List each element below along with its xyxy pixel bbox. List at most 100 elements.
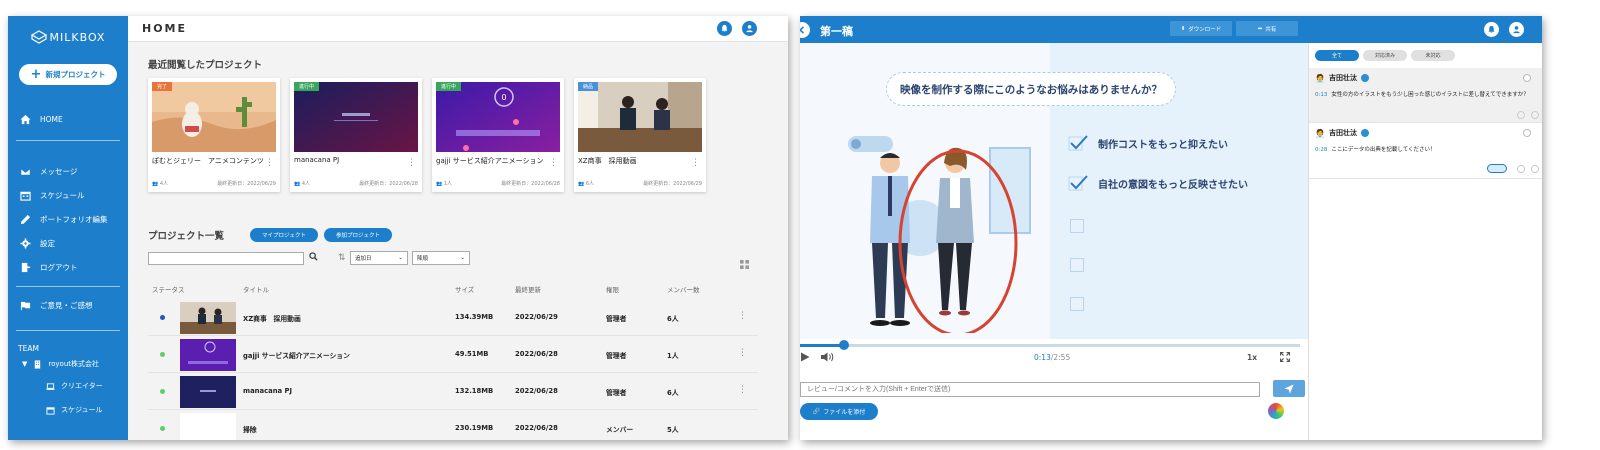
laptop-icon	[46, 382, 55, 390]
card-title: ぽむとジェリー アニメコンテンツ	[152, 157, 264, 165]
fullscreen-button[interactable]	[1279, 351, 1291, 364]
more-icon[interactable]: ⋮	[738, 385, 747, 395]
more-icon[interactable]: ⋮	[738, 311, 747, 321]
search-icon[interactable]	[309, 252, 318, 263]
table-row[interactable]: manacana PJ 132.18MB 2022/06/28 管理者 6人 ⋮	[148, 374, 758, 410]
comment-timestamp[interactable]: 0:28	[1315, 147, 1327, 153]
video-player[interactable]: 映像を制作する際にこのようなお悩みはありませんか？ 制作コストをもっと抑えたい …	[800, 43, 1308, 339]
table-row[interactable]: 掃除 230.19MB 2022/06/28 メンバー 5人	[148, 411, 758, 440]
notification-button[interactable]	[1484, 22, 1499, 37]
speed-button[interactable]: 1x	[1247, 353, 1257, 362]
nav-item-feedback[interactable]: ご意見・ご感想	[20, 297, 126, 313]
sort-order-select[interactable]: 降順 ⌄	[412, 251, 470, 265]
recent-project-card[interactable]: 完了 ぽむとジェリー アニメコンテンツ ⋮ 👥 4人 最終更新日：2022/06…	[148, 78, 280, 192]
back-button[interactable]	[800, 22, 810, 38]
table-row[interactable]: gajji サービス紹介アニメーション 49.51MB 2022/06/28 管…	[148, 337, 758, 373]
like-button[interactable]	[1487, 164, 1507, 173]
people-icon: 👥	[294, 181, 301, 187]
sidebar-divider	[16, 140, 120, 141]
row-thumbnail	[180, 339, 236, 371]
more-icon[interactable]: ⋮	[549, 158, 558, 168]
sidebar: MILKBOX + 新規プロジェクト HOME メッセージ スケジュール ポート…	[8, 16, 128, 440]
recent-projects-title: 最近閲覧したプロジェクト	[148, 60, 263, 71]
row-members: 1人	[667, 352, 679, 360]
filter-tab-all[interactable]: 全て	[1315, 50, 1359, 61]
recent-project-card[interactable]: 納品 XZ商事 採用動画 ⋮ 👥 6人 最終更新日：2022/06/29	[574, 78, 706, 192]
card-title: manacana PJ	[294, 156, 340, 164]
smile-icon[interactable]	[1517, 111, 1525, 119]
team-item-label: スケジュール	[61, 406, 103, 414]
nav-item-portfolio-edit[interactable]: ポートフォリオ編集	[20, 211, 126, 227]
more-icon[interactable]: ⋮	[265, 158, 274, 168]
reply-icon[interactable]	[1531, 165, 1539, 173]
video-review-window: 第一稿 ⬇ ダウンロード ➦ 共有 映像を制作する際にこのようなお悩みはありませんか…	[800, 16, 1542, 440]
new-project-button[interactable]: + 新規プロジェクト	[19, 64, 117, 85]
nav-item-logout[interactable]: ログアウト	[20, 259, 126, 275]
row-title: manacana PJ	[243, 387, 293, 395]
account-button[interactable]	[1509, 22, 1524, 37]
volume-button[interactable]	[820, 352, 836, 364]
send-button[interactable]	[1273, 380, 1305, 397]
nav-item-schedule[interactable]: スケジュール	[20, 187, 126, 203]
share-icon: ➦	[1257, 25, 1263, 32]
progress-knob[interactable]	[838, 340, 849, 350]
recent-project-card[interactable]: 0 進行中 gajji サービス紹介アニメーション ⋮ 👥 1人 最終更新日：2…	[432, 78, 564, 192]
more-icon[interactable]: ⋮	[738, 348, 747, 358]
color-picker-button[interactable]	[1268, 403, 1284, 419]
nav-item-messages[interactable]: メッセージ	[20, 163, 126, 179]
resolve-toggle[interactable]	[1523, 129, 1531, 137]
notification-button[interactable]	[717, 21, 732, 36]
comment-user: 🧑‍💼 吉田壮汰	[1315, 73, 1369, 83]
filter-tab-done[interactable]: 対応済み	[1363, 50, 1407, 61]
member-count: 1人	[443, 181, 453, 187]
comment-item[interactable]: 🧑‍💼 吉田壮汰 0:13 女性の方のイラストをもう少し困った感じのイラストに差し…	[1309, 68, 1542, 123]
comment-item[interactable]: 🧑‍💼 吉田壮汰 0:28 ここにデータの出典を記載してください！	[1309, 123, 1542, 179]
team-item-schedule[interactable]: スケジュール	[46, 405, 103, 415]
column-header: 権限	[606, 286, 619, 294]
account-button[interactable]	[742, 21, 757, 36]
play-button[interactable]	[800, 352, 810, 364]
row-size: 230.19MB	[455, 424, 494, 432]
sort-field-select[interactable]: 追加日 ⌄	[350, 251, 408, 265]
chevron-down-icon: ⌄	[398, 255, 403, 261]
member-count: 4人	[159, 181, 169, 187]
calendar-icon	[20, 190, 31, 201]
project-thumbnail: 0 進行中	[436, 82, 560, 152]
team-item-creator[interactable]: クリエイター	[46, 381, 103, 391]
project-list-title: プロジェクト一覧	[148, 231, 225, 242]
reply-icon[interactable]	[1531, 111, 1539, 119]
bell-icon	[721, 24, 728, 32]
column-header: サイズ	[455, 286, 475, 294]
more-icon[interactable]: ⋮	[407, 158, 416, 168]
filter-tab-pending[interactable]: 未対応	[1411, 50, 1455, 61]
progress-track[interactable]	[800, 344, 1300, 347]
attach-file-button[interactable]: 🔗 ファイルを添付	[800, 403, 878, 420]
project-thumbnail: 完了	[152, 82, 276, 152]
my-projects-button[interactable]: マイプロジェクト	[250, 228, 318, 242]
comment-input[interactable]	[800, 382, 1260, 397]
search-input[interactable]	[148, 252, 304, 265]
sidebar-divider	[16, 286, 120, 287]
row-size: 49.51MB	[455, 350, 489, 358]
recent-project-card[interactable]: 進行中 manacana PJ ⋮ 👥 4人 最終更新日：2022/06/28	[290, 78, 422, 192]
team-org-item[interactable]: ▼ royout株式会社	[22, 359, 99, 369]
card-footer: 👥 4人 最終更新日：2022/06/28	[294, 180, 418, 187]
row-title: gajji サービス紹介アニメーション	[243, 352, 350, 360]
nav-item-settings[interactable]: 設定	[20, 235, 126, 251]
sort-icon[interactable]: ⇅	[338, 253, 346, 263]
joined-projects-button[interactable]: 参加プロジェクト	[324, 228, 392, 242]
nav-item-home[interactable]: HOME	[20, 111, 126, 127]
smile-icon[interactable]	[1517, 165, 1525, 173]
share-button[interactable]: ➦ 共有	[1236, 21, 1298, 36]
card-footer: 👥 6人 最終更新日：2022/06/29	[578, 180, 702, 187]
comment-timestamp[interactable]: 0:13	[1315, 92, 1327, 98]
grid-view-icon[interactable]	[740, 254, 749, 273]
resolve-toggle[interactable]	[1523, 74, 1531, 82]
table-row[interactable]: XZ商事 採用動画 134.39MB 2022/06/29 管理者 6人 ⋮	[148, 300, 758, 336]
nav-label: ポートフォリオ編集	[40, 214, 108, 224]
download-button[interactable]: ⬇ ダウンロード	[1170, 21, 1232, 36]
sort-order-value: 降順	[417, 256, 429, 262]
user-icon	[746, 25, 753, 33]
column-header: タイトル	[243, 286, 269, 294]
more-icon[interactable]: ⋮	[691, 158, 700, 168]
